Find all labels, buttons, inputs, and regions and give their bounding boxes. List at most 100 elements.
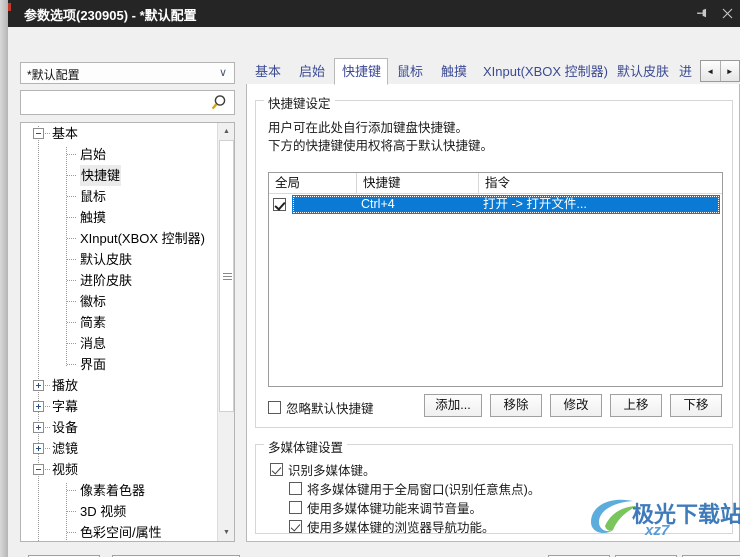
tab-label: 触摸 [440,64,467,79]
tree-item-label: 字幕 [52,399,79,414]
tab-label: 进 [679,64,693,79]
tree-item-label: 基本 [52,126,79,141]
settings-tree[interactable]: 基本 启始快捷键鼠标触摸 XInput(XBOX 控制器) 默认皮肤进阶皮肤徽标 简素消… [20,122,235,542]
tree-guide-dot [67,175,77,176]
column-header-command[interactable]: 指令 [479,173,722,194]
tree-item[interactable]: 界面 [21,354,218,375]
tab-scroll-left-icon[interactable]: ◄ [701,61,721,81]
tab-scroll-controls[interactable]: ◄ ► [700,60,740,82]
multimedia-option-3[interactable]: 使用多媒体键功能来调节音量。 [289,498,482,517]
tab-3[interactable]: 快捷键 [334,58,388,85]
column-header-hotkey[interactable]: 快捷键 [357,173,479,194]
tree-expander-icon[interactable] [33,422,44,433]
tree-item[interactable]: 消息 [21,333,218,354]
tree-item-label: 快捷键 [80,165,122,186]
tab-2[interactable]: 启始 [290,60,334,84]
tab-1[interactable]: 基本 [246,60,290,84]
tree-item-label: 鼠标 [80,189,107,204]
tab-4[interactable]: 鼠标 [388,60,432,84]
profile-combobox[interactable]: *默认配置 ∨ [20,62,235,84]
tree-guide-dot [67,238,77,239]
scroll-down-icon[interactable]: ▼ [218,524,234,541]
ignore-default-hotkeys-label: 忽略默认快捷键 [286,402,374,416]
ignore-default-hotkeys-checkbox[interactable]: 忽略默认快捷键 [268,398,374,417]
tab-7[interactable]: 默认皮肤 [610,60,672,84]
tree-item[interactable]: XInput(XBOX 控制器) [21,228,218,249]
tree-item[interactable]: 快捷键 [21,165,218,186]
cell-command: 打开 -> 打开文件... [483,197,587,211]
tree-item[interactable]: 3D 视频 [21,501,218,522]
tab-5[interactable]: 触摸 [432,60,476,84]
tree-guide-dot [67,532,77,533]
tree-item[interactable]: 徽标 [21,291,218,312]
hotkey-desc-line-2: 下方的快捷键使用权将高于默认快捷键。 [268,139,494,153]
tab-scroll-right-icon[interactable]: ► [720,61,739,81]
tree-child-guide-line [66,147,67,367]
tab-6[interactable]: XInput(XBOX 控制器) [476,60,610,84]
move-down-button[interactable]: 下移 [670,394,722,417]
tree-item[interactable]: 播放 [21,375,218,396]
tree-item[interactable]: 进阶皮肤 [21,270,218,291]
tree-item-label: 消息 [80,336,107,351]
checkbox-glyph [268,401,281,414]
tree-item[interactable]: 鼠标 [21,186,218,207]
multimedia-option-1[interactable]: 识别多媒体键。 [270,460,376,479]
hotkey-list[interactable]: 全局 快捷键 指令 Ctrl+4 打开 -> 打开文件... [268,172,723,387]
tree-guide-dot [67,490,77,491]
hotkey-list-header: 全局 快捷键 指令 [269,173,722,194]
tree-guide-dot [45,133,51,134]
checkbox-glyph [289,520,302,533]
tree-item[interactable]: 色彩空间/属性 [21,522,218,541]
move-up-button[interactable]: 上移 [610,394,662,417]
tree-child-guide-line [66,483,67,541]
tree-item-label: XInput(XBOX 控制器) [80,231,205,246]
search-input[interactable] [25,94,205,111]
modify-button[interactable]: 修改 [550,394,602,417]
close-icon[interactable] [714,0,740,27]
row-global-checkbox[interactable] [273,197,286,212]
multimedia-option-2[interactable]: 将多媒体键用于全局窗口(识别任意焦点)。 [289,479,540,498]
tree-item[interactable]: 基本 [21,123,218,144]
tree-expander-icon[interactable] [33,464,44,475]
tree-item[interactable]: 默认皮肤 [21,249,218,270]
multimedia-option-label: 识别多媒体键。 [288,464,376,478]
tree-expander-icon[interactable] [33,401,44,412]
pin-icon[interactable] [688,0,714,27]
column-header-global[interactable]: 全局 [269,173,357,194]
tree-item[interactable]: 设备 [21,417,218,438]
tree-scroll-thumb[interactable] [219,140,234,412]
title-bar: 参数选项(230905) - *默认配置 [8,0,740,27]
tree-item-label: 启始 [80,147,107,162]
tree-guide-dot [67,154,77,155]
tree-expander-icon[interactable] [33,380,44,391]
tree-expander-icon[interactable] [33,128,44,139]
scroll-up-icon[interactable]: ▲ [218,123,234,140]
dialog-footer: 初始化(I)导出当前配置(S)... 应用(A)取消(C)确定(O) [16,547,740,557]
tree-item-label: 进阶皮肤 [80,273,133,288]
search-icon[interactable] [210,94,228,112]
tree-guide-dot [45,427,51,428]
tree-item-label: 滤镜 [52,441,79,456]
tree-item-label: 视频 [52,462,79,477]
tab-8[interactable]: 进 [672,60,696,84]
tree-item[interactable]: 触摸 [21,207,218,228]
remove-button[interactable]: 移除 [490,394,542,417]
tree-guide-dot [67,217,77,218]
tree-item[interactable]: 滤镜 [21,438,218,459]
add-button[interactable]: 添加... [424,394,482,417]
multimedia-option-4[interactable]: 使用多媒体键的浏览器导航功能。 [289,517,495,536]
tree-item[interactable]: 像素着色器 [21,480,218,501]
tree-guide-dot [67,364,77,365]
tree-item[interactable]: 视频 [21,459,218,480]
tree-item[interactable]: 启始 [21,144,218,165]
checkbox-glyph [270,463,283,476]
checkbox-glyph [289,501,302,514]
table-row[interactable]: Ctrl+4 打开 -> 打开文件... [269,195,722,214]
tree-expander-icon[interactable] [33,443,44,454]
tree-item[interactable]: 字幕 [21,396,218,417]
search-box[interactable] [20,90,235,115]
tree-scrollbar[interactable]: ▲ ▼ [217,123,234,541]
tab-label: 快捷键 [342,64,382,79]
tree-guide-dot [67,259,77,260]
tree-item[interactable]: 简素 [21,312,218,333]
